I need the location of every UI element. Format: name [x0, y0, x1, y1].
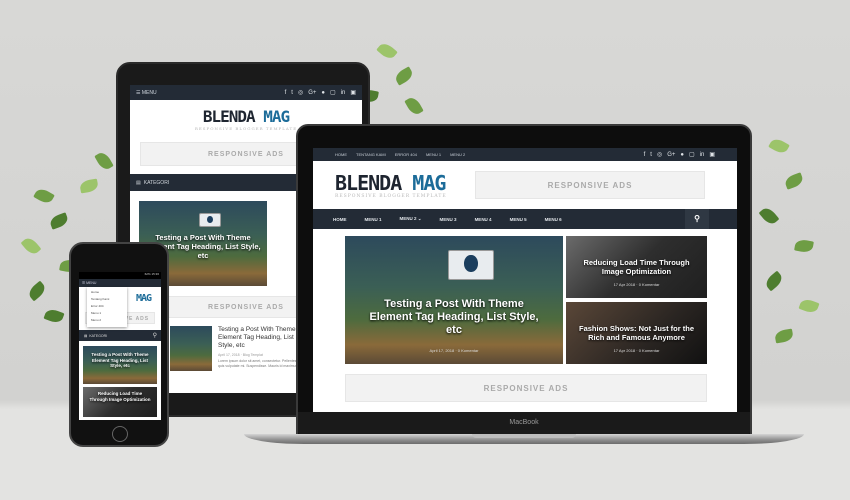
nav-menu-3[interactable]: MENU 3: [440, 217, 457, 222]
post-2-title[interactable]: Reducing Load Time Through Image Optimiz…: [83, 391, 157, 402]
post-2-title[interactable]: Reducing Load Time Through Image Optimiz…: [566, 258, 707, 276]
social-icons: f t ◎ G+ ● ▢ in ▣: [280, 89, 356, 96]
post-card-2[interactable]: Reducing Load Time Through Image Optimiz…: [566, 236, 707, 298]
facebook-icon[interactable]: f: [644, 152, 646, 158]
social-icons: f t ◎ G+ ● ▢ in ▣: [639, 151, 715, 158]
post-card-2[interactable]: Reducing Load Time Through Image Optimiz…: [83, 387, 157, 417]
top-link-tentang-kami[interactable]: TENTANG KAMI: [356, 152, 386, 157]
featured-post-title[interactable]: Testing a Post With Theme Element Tag He…: [83, 352, 157, 369]
linkedin-icon[interactable]: in: [341, 90, 346, 96]
linkedin-icon[interactable]: in: [700, 152, 705, 158]
pinterest-icon[interactable]: ●: [321, 90, 325, 96]
instagram-icon[interactable]: ▢: [689, 152, 695, 158]
nav-menu-2[interactable]: MENU 2 ⌄: [400, 216, 422, 222]
tablet-topbar: ☰ MENU f t ◎ G+ ● ▢ in ▣: [130, 85, 362, 100]
menu-label: MENU: [86, 281, 97, 285]
camera-image: [448, 250, 494, 280]
laptop-screen: HOME TENTANG KAMI ERROR 404 MENU 1 MENU 2 ft…: [313, 148, 737, 413]
featured-post-comments[interactable]: 0 Komentar: [458, 348, 479, 353]
main-nav: HOME MENU 1 MENU 2 ⌄ MENU 3 MENU 4 MENU 5 MENU…: [313, 209, 737, 229]
twitter-icon[interactable]: t: [291, 90, 293, 96]
menu-button[interactable]: ☰ MENU: [136, 90, 157, 96]
dropdown-item-menu-2[interactable]: Menu 2: [91, 317, 123, 324]
menu-dropdown: Home Tentang Kami Error 404 Menu 1 Menu …: [87, 287, 127, 327]
logo-dark: BLENDA: [335, 170, 402, 195]
top-link-error-404[interactable]: ERROR 404: [395, 152, 417, 157]
nav-menu-4[interactable]: MENU 4: [475, 217, 492, 222]
camera-image: [199, 213, 221, 227]
featured-post-card[interactable]: Testing a Post With Theme Element Tag He…: [83, 346, 157, 384]
dropdown-item-menu-1[interactable]: Menu 1: [91, 310, 123, 317]
youtube-icon[interactable]: ▣: [709, 152, 715, 158]
kategori-label: KATEGORI: [143, 179, 170, 186]
dropdown-item-error-404[interactable]: Error 404: [91, 303, 123, 310]
post-3-comments[interactable]: 0 Komentar: [639, 348, 660, 353]
post-2-comments[interactable]: 0 Komentar: [639, 282, 660, 287]
nav-menu-1[interactable]: MENU 1: [365, 217, 382, 222]
featured-post-date: April 17, 2018: [429, 348, 455, 353]
logo-tagline: RESPONSIVE BLOGGER TEMPLATE: [335, 193, 447, 199]
twitter-icon[interactable]: t: [650, 152, 652, 158]
post-2-date: 17 Apr 2018: [613, 282, 636, 287]
dropdown-item-home[interactable]: Home: [91, 289, 123, 296]
kategori-bar[interactable]: ▤ KATEGORI ⚲: [79, 330, 161, 341]
laptop-chin: MacBook: [298, 412, 750, 434]
kategori-label: KATEGORI: [89, 333, 108, 338]
top-link-home[interactable]: HOME: [335, 152, 347, 157]
post-3-title[interactable]: Fashion Shows: Not Just for the Rich and…: [566, 324, 707, 342]
laptop-device: HOME TENTANG KAMI ERROR 404 MENU 1 MENU 2 ft…: [296, 124, 752, 436]
facebook-icon[interactable]: f: [285, 90, 287, 96]
featured-post-card[interactable]: Testing a Post With Theme Element Tag He…: [345, 236, 563, 364]
status-bar: 62% 15:36: [79, 272, 161, 279]
nav-menu-6[interactable]: MENU 6: [545, 217, 562, 222]
logo-accent: MAG: [412, 170, 446, 195]
header: BLENDA MAG RESPONSIVE BLOGGER TEMPLATE R…: [313, 161, 737, 209]
phone-topbar: ☰ MENU: [79, 279, 161, 287]
laptop-notch: [472, 434, 576, 438]
search-icon[interactable]: ⚲: [685, 209, 709, 229]
logo-accent: MAG: [263, 107, 290, 126]
logo-dark: BLENDA: [202, 107, 256, 126]
menu-button[interactable]: ☰ MENU: [82, 281, 96, 285]
top-link-menu-2[interactable]: MENU 2: [450, 152, 465, 157]
rss-icon[interactable]: ◎: [298, 90, 303, 96]
phone-screen: 62% 15:36 ☰ MENU Home Tentang Kami Error…: [79, 272, 161, 420]
top-link-menu-1[interactable]: MENU 1: [426, 152, 441, 157]
list-post-title[interactable]: Testing a Post With Theme Element Tag He…: [218, 326, 308, 350]
header-ads[interactable]: RESPONSIVE ADS: [475, 171, 705, 199]
featured-grid: Testing a Post With Theme Element Tag He…: [345, 236, 707, 364]
post-card-3[interactable]: Fashion Shows: Not Just for the Rich and…: [566, 302, 707, 364]
search-icon[interactable]: ⚲: [153, 332, 157, 339]
nav-menu-5[interactable]: MENU 5: [510, 217, 527, 222]
list-post-excerpt: Lorem ipsum dolor sit amet, consectetur.…: [218, 359, 303, 368]
logo-accent: MAG: [135, 293, 152, 304]
phone-device: 62% 15:36 ☰ MENU Home Tentang Kami Error…: [69, 242, 169, 447]
featured-post-title[interactable]: Testing a Post With Theme Element Tag He…: [345, 298, 563, 337]
top-links: HOME TENTANG KAMI ERROR 404 MENU 1 MENU 2: [335, 152, 474, 157]
site-logo[interactable]: BLENDA MAG RESPONSIVE BLOGGER TEMPLATE: [335, 172, 455, 199]
list-post-author: Blog Templat: [242, 353, 263, 357]
instagram-icon[interactable]: ▢: [330, 90, 336, 96]
pinterest-icon[interactable]: ●: [680, 152, 684, 158]
list-post-date: April 17, 2018: [218, 353, 240, 357]
googleplus-icon[interactable]: G+: [308, 90, 316, 96]
list-post-thumb[interactable]: [170, 326, 212, 371]
post-3-date: 17 Apr 2018: [613, 348, 636, 353]
youtube-icon[interactable]: ▣: [350, 90, 356, 96]
rss-icon[interactable]: ◎: [657, 152, 662, 158]
googleplus-icon[interactable]: G+: [667, 152, 675, 158]
top-bar: HOME TENTANG KAMI ERROR 404 MENU 1 MENU 2 ft…: [313, 148, 737, 161]
dropdown-item-tentang-kami[interactable]: Tentang Kami: [91, 296, 123, 303]
nav-home[interactable]: HOME: [333, 217, 347, 222]
content-ads[interactable]: RESPONSIVE ADS: [345, 374, 707, 402]
menu-label: MENU: [141, 89, 157, 96]
home-button[interactable]: [112, 426, 128, 442]
